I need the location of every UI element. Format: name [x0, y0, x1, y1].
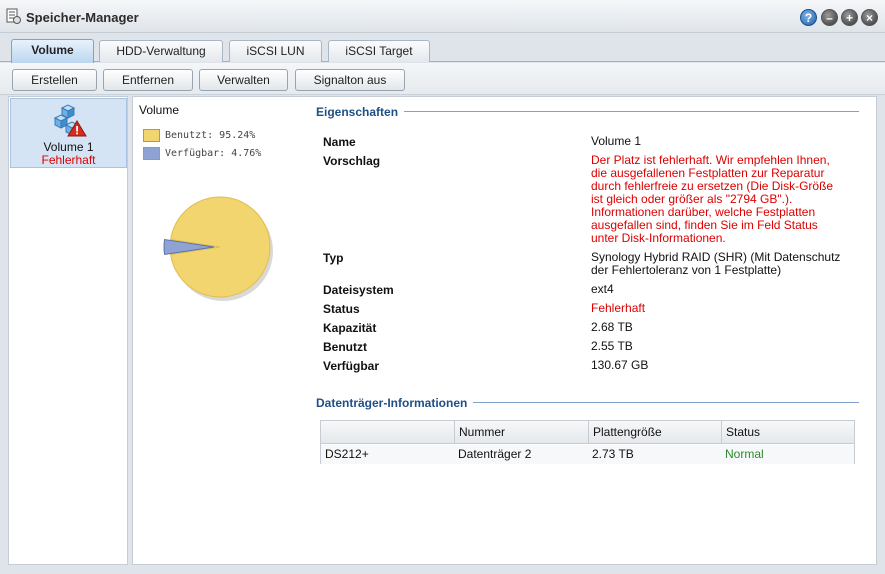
minimize-icon[interactable]: – — [821, 9, 838, 26]
legend-free-swatch — [143, 147, 160, 160]
type-line: der Fehlertoleranz von 1 Festplatte) — [591, 263, 782, 277]
remove-button[interactable]: Entfernen — [103, 69, 193, 91]
create-button[interactable]: Erstellen — [12, 69, 97, 91]
used-label: Benutzt — [323, 340, 367, 354]
column-size[interactable]: Plattengröße — [588, 421, 721, 444]
column-number[interactable]: Nummer — [454, 421, 588, 444]
usage-pie-chart — [163, 196, 273, 301]
capacity-value: 2.68 TB — [591, 320, 633, 334]
details-panel: Eigenschaften Name Volume 1 Vorschlag De… — [304, 96, 877, 565]
filesystem-label: Dateisystem — [323, 283, 394, 297]
volume-warning-icon — [53, 104, 87, 137]
title-bar: Speicher-Manager ? – + × — [0, 0, 885, 33]
manage-button[interactable]: Verwalten — [199, 69, 288, 91]
beep-off-button[interactable]: Signalton aus — [295, 69, 405, 91]
storage-manager-icon — [6, 8, 21, 24]
toolbar: Erstellen Entfernen Verwalten Signalton … — [0, 63, 885, 95]
column-device[interactable] — [321, 421, 454, 444]
disk-table-header: Nummer Plattengröße Status — [321, 421, 854, 444]
name-label: Name — [323, 135, 356, 149]
volume-status: Fehlerhaft — [41, 153, 96, 167]
tab-bar: Volume HDD-Verwaltung iSCSI LUN iSCSI Ta… — [0, 34, 885, 63]
disk-table: Nummer Plattengröße Status DS212+ Datent… — [320, 420, 855, 464]
chart-title: Volume — [139, 103, 180, 117]
tab-volume[interactable]: Volume — [11, 39, 94, 63]
properties-section-title: Eigenschaften — [316, 105, 405, 119]
disk-device: DS212+ — [325, 447, 369, 461]
tab-iscsi-lun[interactable]: iSCSI LUN — [229, 40, 322, 62]
volume-list: Volume 1 Fehlerhaft — [8, 96, 128, 565]
filesystem-value: ext4 — [591, 282, 614, 296]
status-label: Status — [323, 302, 360, 316]
type-label: Typ — [323, 251, 344, 265]
disk-size: 2.73 TB — [592, 447, 634, 461]
disk-number: Datenträger 2 — [458, 447, 532, 461]
volume-list-item[interactable]: Volume 1 Fehlerhaft — [10, 98, 127, 168]
status-value: Fehlerhaft — [591, 301, 646, 315]
maximize-icon[interactable]: + — [841, 9, 858, 26]
disks-section-title: Datenträger-Informationen — [316, 396, 474, 410]
close-icon[interactable]: × — [861, 9, 878, 26]
tab-hdd-management[interactable]: HDD-Verwaltung — [99, 40, 223, 62]
legend-used-swatch — [143, 129, 160, 142]
used-value: 2.55 TB — [591, 339, 633, 353]
volume-name: Volume 1 — [43, 140, 94, 154]
usage-panel: Volume Benutzt: 95.24% Verfügbar: 4.76% — [132, 96, 304, 565]
window-title: Speicher-Manager — [26, 10, 139, 25]
help-icon[interactable]: ? — [800, 9, 817, 26]
available-value: 130.67 GB — [591, 358, 649, 372]
legend-free-label: Verfügbar: 4.76% — [165, 148, 262, 159]
legend-used-label: Benutzt: 95.24% — [165, 130, 256, 141]
capacity-label: Kapazität — [323, 321, 377, 335]
suggestion-label: Vorschlag — [323, 154, 381, 168]
disk-status: Normal — [725, 447, 764, 461]
suggestion-value: Der Platz ist fehlerhaft. Wir empfehlen … — [591, 154, 856, 245]
suggestion-line: unter Disk-Informationen. — [591, 231, 726, 245]
name-value: Volume 1 — [591, 134, 642, 148]
tab-iscsi-target[interactable]: iSCSI Target — [328, 40, 430, 62]
type-value: Synology Hybrid RAID (SHR) (Mit Datensch… — [591, 251, 856, 277]
column-status[interactable]: Status — [721, 421, 854, 444]
available-label: Verfügbar — [323, 359, 380, 373]
table-row[interactable]: DS212+ Datenträger 2 2.73 TB Normal — [321, 445, 854, 464]
